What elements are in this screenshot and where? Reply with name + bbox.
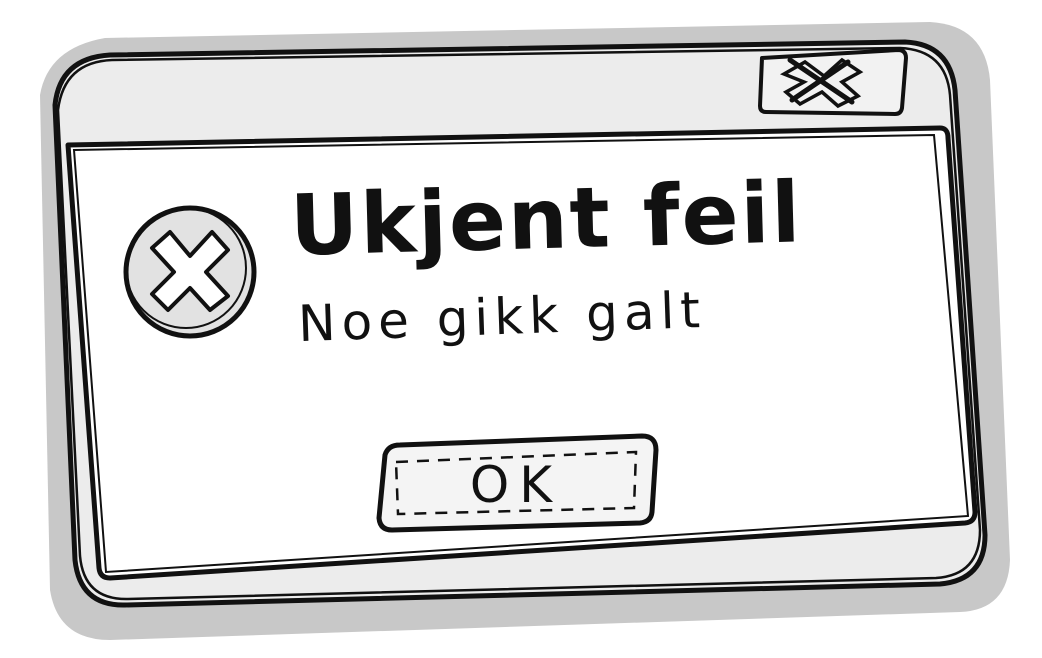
error-x-icon — [123, 205, 257, 339]
ok-button[interactable] — [379, 436, 656, 530]
close-button-hitarea[interactable] — [760, 50, 906, 114]
dialog-title: Ukjent feil — [288, 163, 804, 275]
error-dialog-sketch: Ukjent feil Noe gikk galt OK — [0, 0, 1042, 658]
